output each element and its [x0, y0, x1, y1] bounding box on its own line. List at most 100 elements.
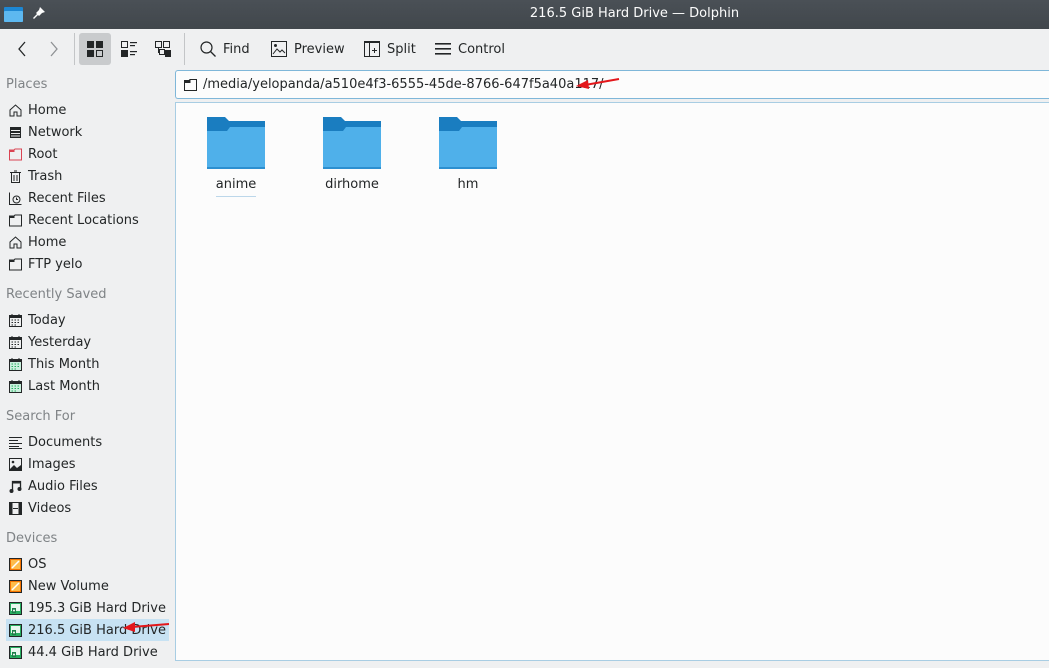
- folder-item[interactable]: anime: [186, 117, 286, 197]
- sidebar-item-home[interactable]: Home: [6, 231, 169, 253]
- compact-view-icon: [121, 41, 137, 57]
- split-icon: [364, 41, 380, 57]
- folder-icon: [9, 214, 22, 226]
- drive-green-icon: [9, 645, 22, 659]
- sidebar-item-label: Trash: [28, 168, 63, 184]
- sidebar-item-label: Home: [28, 102, 67, 118]
- audio-icon: [9, 480, 22, 493]
- toolbar-separator: [74, 33, 75, 65]
- section-label-recently-saved[interactable]: Recently Saved: [6, 287, 107, 302]
- sidebar-item-label: Last Month: [28, 378, 100, 394]
- home-icon: [9, 103, 22, 116]
- section-label-devices[interactable]: Devices: [6, 531, 57, 546]
- calendar-green-icon: [9, 379, 22, 393]
- sidebar-item-label: Recent Locations: [28, 212, 139, 228]
- location-bar[interactable]: /media/yelopanda/a510e4f3-6555-45de-8766…: [175, 70, 1049, 99]
- calendar-icon: [9, 313, 22, 327]
- folder-name: hm: [457, 177, 479, 192]
- split-button[interactable]: Split: [358, 33, 422, 65]
- drive-orange-icon: [9, 579, 22, 593]
- calendar-icon: [9, 335, 22, 349]
- sidebar-item-label: 195.3 GiB Hard Drive: [28, 600, 166, 616]
- toolbar-separator: [184, 33, 185, 65]
- sidebar-item-216-5-gib-hard-drive[interactable]: 216.5 GiB Hard Drive: [6, 619, 170, 641]
- hamburger-menu-icon: [435, 43, 451, 55]
- folder-icon: [439, 117, 497, 169]
- sidebar-item-network[interactable]: Network: [6, 121, 169, 143]
- sidebar-item-label: New Volume: [28, 578, 109, 594]
- sidebar-item-os[interactable]: OS: [6, 553, 169, 575]
- sidebar-item-195-3-gib-hard-drive[interactable]: 195.3 GiB Hard Drive: [6, 597, 169, 619]
- sidebar-item-label: OS: [28, 556, 47, 572]
- home-icon: [9, 235, 22, 248]
- sidebar-item-label: Videos: [28, 500, 72, 516]
- sidebar-item-root[interactable]: Root: [6, 143, 169, 165]
- forward-button[interactable]: [40, 33, 68, 65]
- folder-icon: [323, 117, 381, 169]
- sidebar-item-label: Network: [28, 124, 83, 140]
- sidebar-item-this-month[interactable]: This Month: [6, 353, 169, 375]
- trash-icon: [10, 170, 21, 183]
- drive-orange-icon: [9, 557, 22, 571]
- find-label: Find: [223, 41, 250, 57]
- sidebar-item-ftp-yelo[interactable]: FTP yelo: [6, 253, 169, 275]
- sidebar-item-documents[interactable]: Documents: [6, 431, 169, 453]
- preview-button[interactable]: Preview: [265, 33, 351, 65]
- image-icon: [9, 457, 22, 471]
- folder-item[interactable]: dirhome: [302, 117, 402, 196]
- sidebar-item-home[interactable]: Home: [6, 99, 169, 121]
- sidebar-item-recent-files[interactable]: Recent Files: [6, 187, 169, 209]
- calendar-green-icon: [9, 357, 22, 371]
- preview-label: Preview: [294, 41, 345, 57]
- details-view-icon: [155, 41, 171, 57]
- sidebar-item-label: Home: [28, 234, 67, 250]
- sidebar-item-audio-files[interactable]: Audio Files: [6, 475, 169, 497]
- split-label: Split: [387, 41, 416, 57]
- drive-green-icon: [9, 623, 22, 637]
- file-view[interactable]: anime dirhome hm: [175, 102, 1049, 661]
- recent-files-icon: [9, 192, 22, 205]
- sidebar-item-trash[interactable]: Trash: [6, 165, 169, 187]
- video-icon: [9, 501, 22, 515]
- folder-name: anime: [215, 177, 257, 197]
- icons-view-button[interactable]: [79, 33, 111, 65]
- sidebar-item-last-month[interactable]: Last Month: [6, 375, 169, 397]
- icons-view-icon: [87, 41, 103, 57]
- folder-item[interactable]: hm: [418, 117, 518, 196]
- search-icon: [200, 41, 216, 57]
- sidebar-item-label: 44.4 GiB Hard Drive: [28, 644, 158, 660]
- sidebar-item-label: FTP yelo: [28, 256, 83, 272]
- sidebar-item-label: Recent Files: [28, 190, 106, 206]
- places-panel: Places Home Network Root Trash Recent Files Re…: [0, 69, 172, 668]
- back-button[interactable]: [8, 33, 36, 65]
- control-label: Control: [458, 41, 505, 57]
- drive-green-icon: [9, 601, 22, 615]
- sidebar-item-yesterday[interactable]: Yesterday: [6, 331, 169, 353]
- sidebar-item-label: This Month: [28, 356, 100, 372]
- chevron-right-icon: [50, 41, 58, 57]
- sidebar-item-label: Documents: [28, 434, 103, 450]
- sidebar-item-videos[interactable]: Videos: [6, 497, 169, 519]
- details-view-button[interactable]: [147, 33, 179, 65]
- network-icon: [10, 126, 21, 138]
- document-icon: [9, 436, 22, 449]
- sidebar-item-images[interactable]: Images: [6, 453, 169, 475]
- sidebar-item-label: Today: [28, 312, 66, 328]
- section-label-places[interactable]: Places: [6, 77, 47, 92]
- folder-icon: [9, 258, 22, 270]
- control-button[interactable]: Control: [429, 33, 511, 65]
- sidebar-item-today[interactable]: Today: [6, 309, 169, 331]
- sidebar-item-44-4-gib-hard-drive[interactable]: 44.4 GiB Hard Drive: [6, 641, 169, 663]
- find-button[interactable]: Find: [194, 33, 256, 65]
- folder-icon: [207, 117, 265, 169]
- annotation-arrow-icon: [123, 622, 170, 632]
- sidebar-item-new-volume[interactable]: New Volume: [6, 575, 169, 597]
- section-label-search-for[interactable]: Search For: [6, 409, 75, 424]
- toolbar: Find Preview Split Control: [0, 29, 1049, 69]
- location-path[interactable]: /media/yelopanda/a510e4f3-6555-45de-8766…: [203, 77, 604, 92]
- sidebar-item-recent-locations[interactable]: Recent Locations: [6, 209, 169, 231]
- image-icon: [271, 41, 287, 57]
- compact-view-button[interactable]: [113, 33, 145, 65]
- folder-name: dirhome: [325, 177, 379, 192]
- annotation-arrow-icon: [576, 78, 620, 89]
